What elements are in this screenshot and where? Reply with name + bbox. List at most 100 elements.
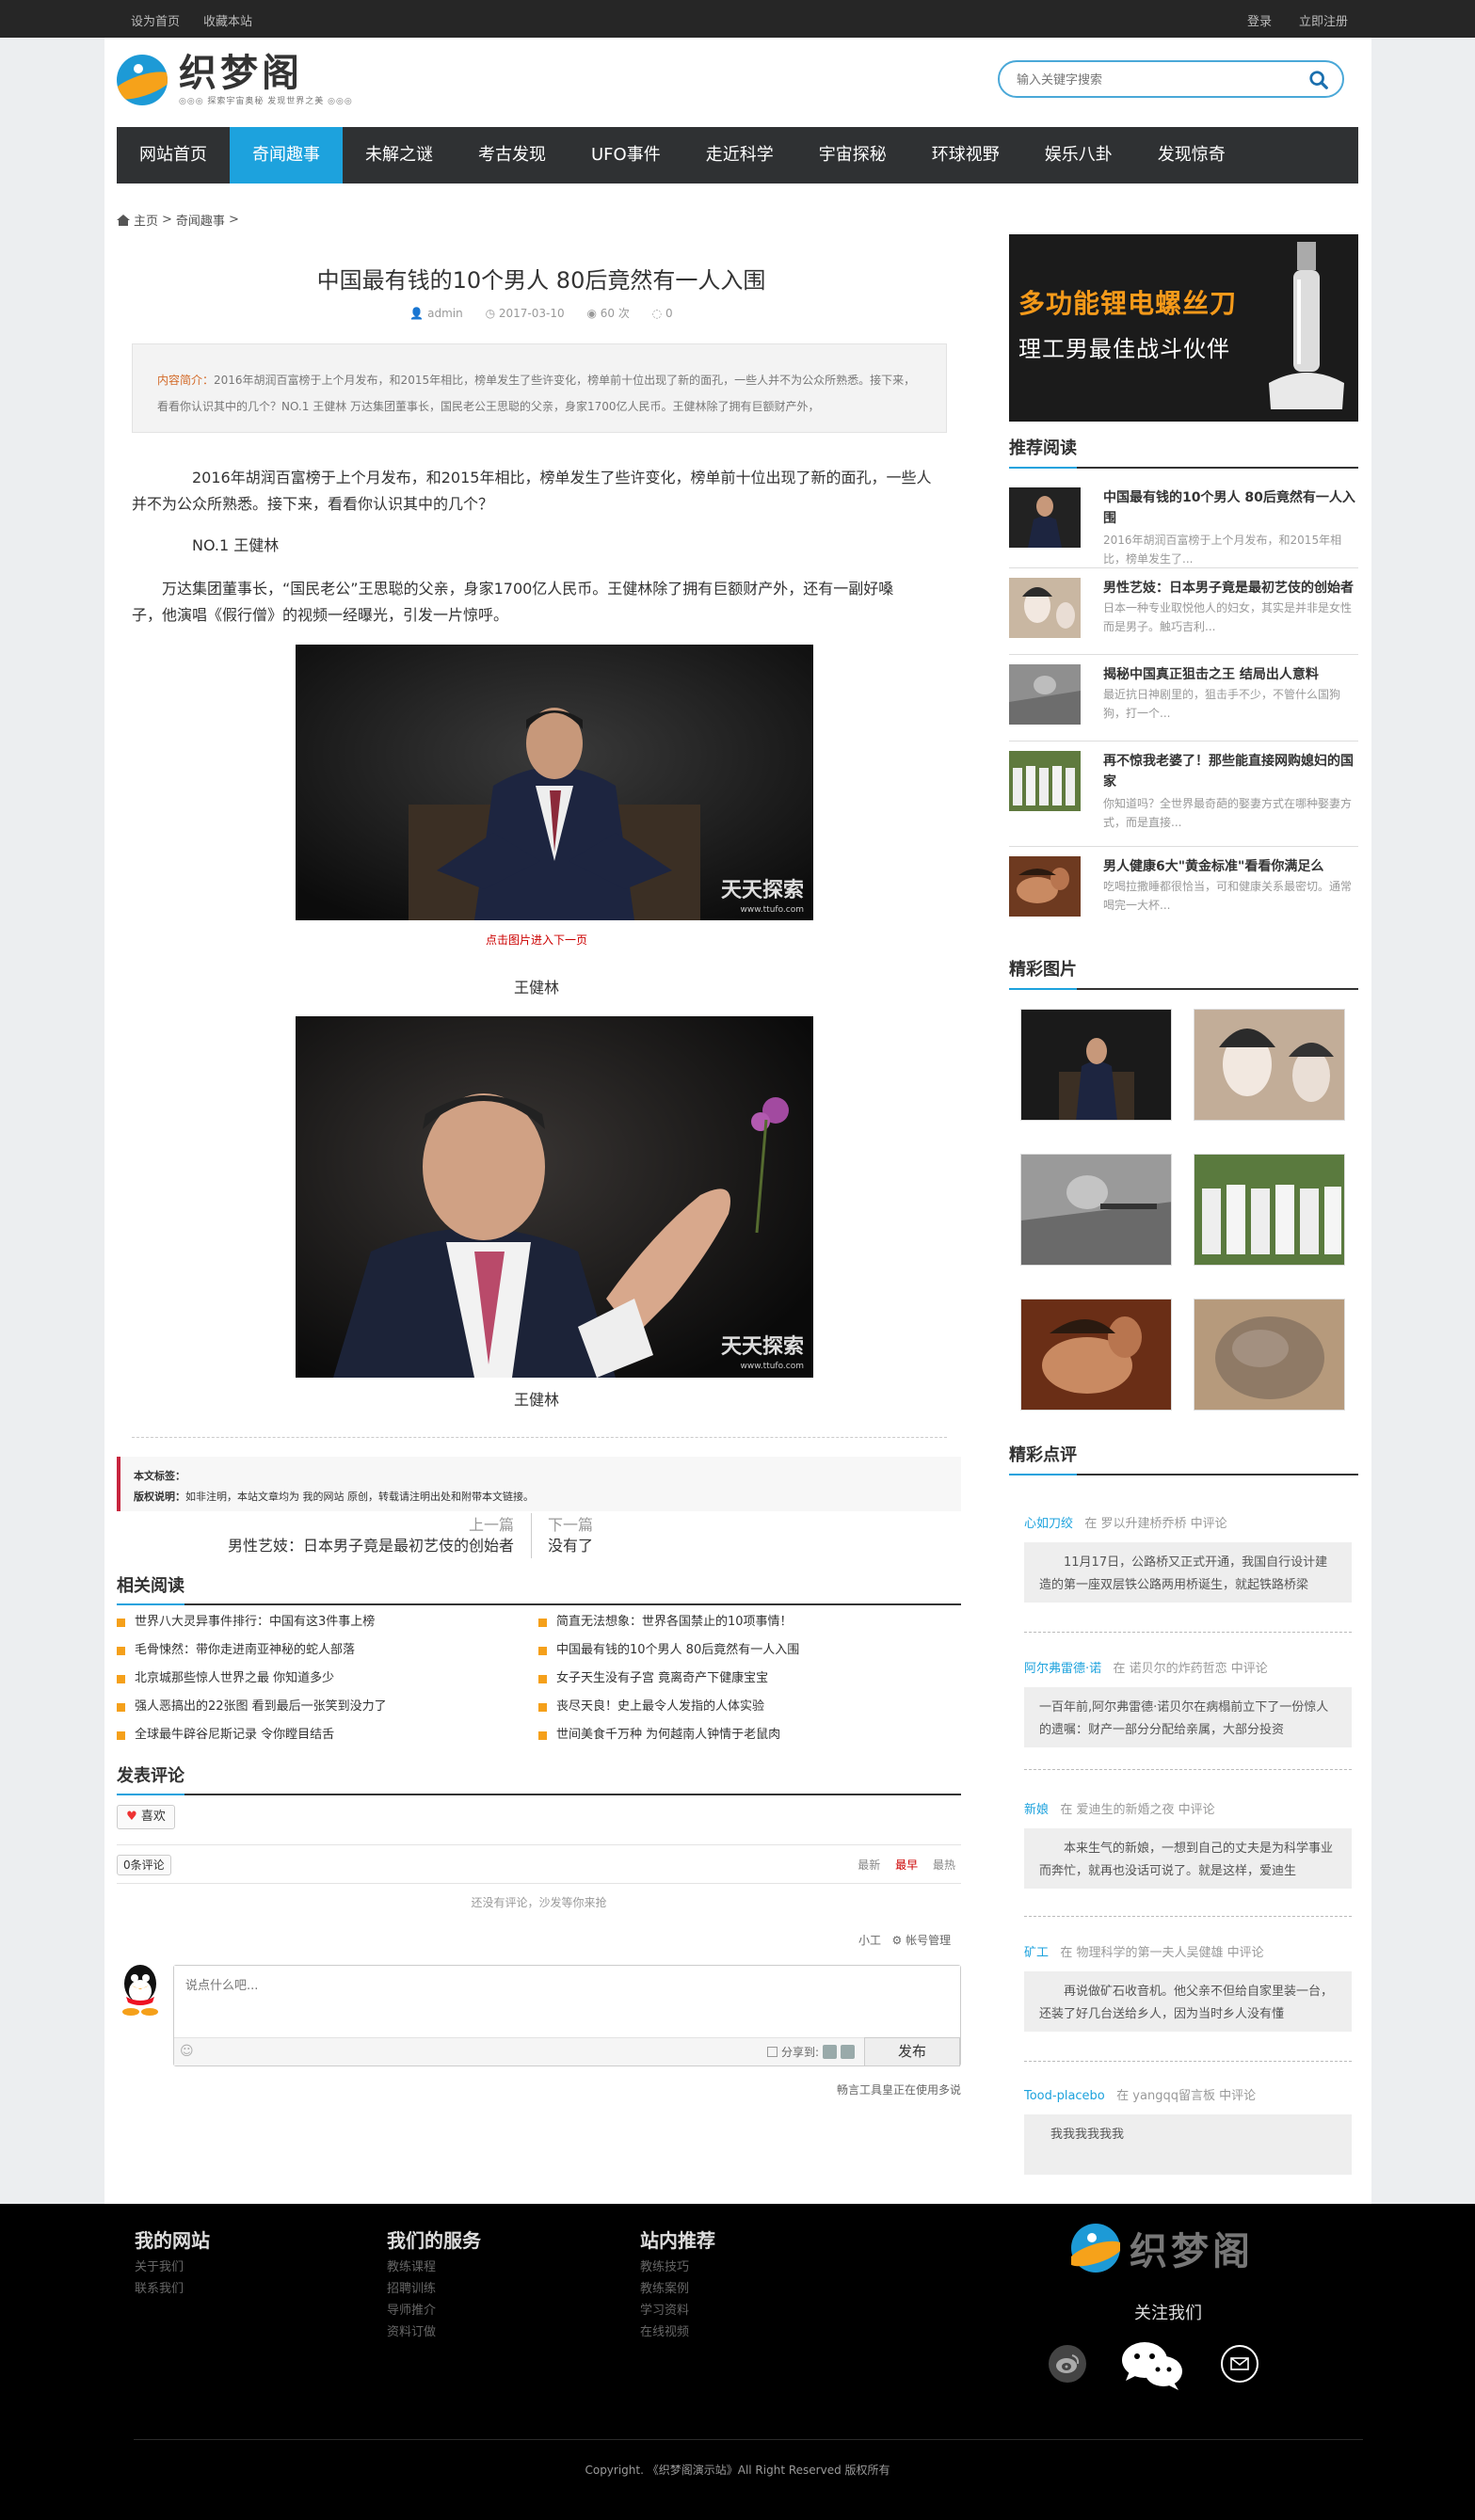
comment-textarea[interactable] [174, 1966, 960, 2039]
gallery-image[interactable] [1020, 1009, 1172, 1121]
nav-item-discovery[interactable]: 发现惊奇 [1135, 127, 1248, 183]
next-article-link[interactable]: 没有了 [548, 1536, 593, 1556]
nav-item-archaeology[interactable]: 考古发现 [456, 127, 569, 183]
related-link[interactable]: 北京城那些惊人世界之最 你知道多少 [117, 1669, 334, 1688]
prev-article-link[interactable]: 男性艺妓：日本男子竟是最初艺伎的创始者 [226, 1536, 514, 1556]
related-link[interactable]: 强人恶搞出的22张图 看到最后一张笑到没力了 [117, 1698, 387, 1716]
related-link[interactable]: 毛骨悚然：带你走进南亚神秘的蛇人部落 [117, 1641, 355, 1660]
related-link[interactable]: 女子天生没有子宫 竟离奇产下健康宝宝 [538, 1669, 768, 1688]
nav-item-entertainment[interactable]: 娱乐八卦 [1022, 127, 1135, 183]
gallery-image[interactable] [1020, 1299, 1172, 1411]
footer-heading: 我的网站 [135, 2229, 210, 2252]
footer-link[interactable]: 联系我们 [135, 2278, 210, 2300]
recommend-title[interactable]: 中国最有钱的10个男人 80后竟然有一人入围 [1103, 487, 1355, 529]
related-link[interactable]: 中国最有钱的10个男人 80后竟然有一人入围 [538, 1641, 799, 1660]
weibo-share-icon[interactable] [823, 2045, 837, 2059]
nav-item-universe[interactable]: 宇宙探秘 [796, 127, 909, 183]
sort-oldest[interactable]: 最早 [895, 1858, 918, 1872]
comment-location[interactable]: 在 爱迪生的新婚之夜 中评论 [1060, 1803, 1214, 1817]
user-name[interactable]: 小工 [858, 1934, 881, 1947]
footer-divider [134, 2439, 1363, 2440]
account-link[interactable]: 帐号管理 [906, 1934, 951, 1947]
commenter-name[interactable]: 矿工 [1024, 1946, 1049, 1960]
share-checkbox[interactable] [766, 2047, 778, 2057]
like-button[interactable]: ♥ 喜欢 [117, 1805, 175, 1829]
footer-link[interactable]: 资料订做 [387, 2321, 481, 2343]
commenter-name[interactable]: 心如刀绞 [1024, 1517, 1073, 1531]
gallery-image[interactable] [1194, 1154, 1345, 1266]
breadcrumb-current[interactable]: 奇闻趣事 [176, 211, 225, 229]
publish-button[interactable]: 发布 [864, 2037, 960, 2066]
sort-hottest[interactable]: 最热 [933, 1858, 955, 1872]
sidebar-ad[interactable]: 多功能锂电螺丝刀 理工男最佳战斗伙伴 [1009, 234, 1358, 422]
nav-item-home[interactable]: 网站首页 [117, 127, 230, 183]
emoji-icon[interactable]: ☺ [180, 2044, 194, 2059]
footer-link[interactable]: 在线视频 [640, 2321, 715, 2343]
nav-item-world[interactable]: 环球视野 [909, 127, 1022, 183]
login-link[interactable]: 登录 [1247, 11, 1272, 29]
gear-icon: ⚙ [891, 1934, 903, 1947]
site-logo[interactable]: 织梦阁 ◎◎◎ 探索宇宙奥秘 发现世界之美 ◎◎◎ [117, 53, 353, 106]
nav-item-mysteries[interactable]: 未解之谜 [343, 127, 456, 183]
search-icon[interactable] [1308, 70, 1329, 90]
footer-link[interactable]: 导师推介 [387, 2300, 481, 2321]
nav-item-science[interactable]: 走近科学 [683, 127, 796, 183]
commenter-name[interactable]: 新娘 [1024, 1803, 1049, 1817]
breadcrumb-home[interactable]: 主页 [134, 211, 158, 229]
footer-link[interactable]: 教练课程 [387, 2257, 481, 2278]
nav-item-ufo[interactable]: UFO事件 [569, 127, 683, 183]
article-paragraph: NO.1 王健林 [192, 536, 280, 554]
next-page-link[interactable]: 点击图片进入下一页 [132, 932, 941, 948]
recommend-item[interactable]: 再不惊我老婆了！那些能直接网购媳妇的国家 你知道吗？全世界最奇葩的娶妻方式在哪种… [1009, 742, 1358, 847]
related-link[interactable]: 世间美食千万种 为何越南人钟情于老鼠肉 [538, 1726, 780, 1745]
gallery-image[interactable] [1020, 1154, 1172, 1266]
gallery-image[interactable] [1194, 1299, 1345, 1411]
article-views: 60 次 [600, 307, 630, 320]
footer-heading: 我们的服务 [387, 2229, 481, 2252]
bookmark-link[interactable]: 收藏本站 [203, 11, 252, 29]
wechat-icon[interactable] [1120, 2339, 1184, 2392]
recommend-desc: 日本一种专业取悦他人的妇女，其实是并非是女性而是男子。触巧吉利... [1103, 601, 1353, 633]
related-link[interactable]: 简直无法想象：世界各国禁止的10项事情！ [538, 1613, 793, 1632]
comments-title: 发表评论 [117, 1766, 184, 1786]
related-link[interactable]: 丧尽天良！史上最令人发指的人体实验 [538, 1698, 764, 1716]
breadcrumb-sep: > [228, 213, 239, 227]
recommend-item[interactable]: 揭秘中国真正狙击之王 结局出人意料 最近抗日神剧里的，狙击手不少，不管什么国狗狗… [1009, 655, 1358, 742]
footer-link[interactable]: 教练技巧 [640, 2257, 715, 2278]
powered-by[interactable]: 畅言工具皇正在使用多说 [837, 2081, 961, 2097]
register-link[interactable]: 立即注册 [1299, 11, 1348, 29]
recommend-item[interactable]: 男性艺妓：日本男子竟是最初艺伎的创始者 日本一种专业取悦他人的妇女，其实是并非是… [1009, 568, 1358, 655]
recommend-title[interactable]: 男性艺妓：日本男子竟是最初艺伎的创始者 [1103, 578, 1355, 598]
next-label: 下一篇 [548, 1516, 594, 1534]
gallery-image[interactable] [1194, 1009, 1345, 1121]
prev-label: 上一篇 [468, 1516, 514, 1534]
qzone-share-icon[interactable] [841, 2045, 855, 2059]
sort-newest[interactable]: 最新 [858, 1858, 880, 1872]
related-link[interactable]: 全球最牛辟谷尼斯记录 令你瞠目结舌 [117, 1726, 334, 1745]
footer-logo: 织梦阁 [1071, 2221, 1254, 2275]
weibo-icon[interactable] [1049, 2345, 1086, 2383]
nav-item-oddities[interactable]: 奇闻趣事 [230, 127, 343, 183]
comment-location[interactable]: 在 诺贝尔的炸药哲恋 中评论 [1114, 1662, 1268, 1676]
comment-text: 11月17日，公路桥又正式开通，我国自行设计建造的第一座双层铁公路两用桥诞生，就… [1024, 1542, 1352, 1603]
related-link[interactable]: 世界八大灵异事件排行：中国有这3件事上榜 [117, 1613, 375, 1632]
article-image-1[interactable]: 天天探索 www.ttufo.com [296, 645, 813, 920]
recommend-title[interactable]: 男人健康6大"黄金标准"看看你满足么 [1103, 856, 1355, 877]
recommend-item[interactable]: 男人健康6大"黄金标准"看看你满足么 吃喝拉撒睡都很恰当，可和健康关系最密切。通… [1009, 847, 1358, 937]
comment-location[interactable]: 在 yangqq留言板 中评论 [1116, 2089, 1256, 2103]
commenter-name[interactable]: Tood-placebo [1024, 2089, 1105, 2103]
commenter-name[interactable]: 阿尔弗雷德·诺 [1024, 1662, 1101, 1676]
search-input[interactable] [1017, 70, 1299, 90]
recommend-item[interactable]: 中国最有钱的10个男人 80后竟然有一人入围 2016年胡润百富榜于上个月发布，… [1009, 478, 1358, 568]
comment-location[interactable]: 在 罗以升建桥乔桥 中评论 [1084, 1517, 1226, 1531]
set-home-link[interactable]: 设为首页 [131, 11, 180, 29]
footer-link[interactable]: 招聘训练 [387, 2278, 481, 2300]
footer-link[interactable]: 学习资料 [640, 2300, 715, 2321]
comment-location[interactable]: 在 物理科学的第一夫人吴健雄 中评论 [1060, 1946, 1263, 1960]
footer-link[interactable]: 教练案例 [640, 2278, 715, 2300]
recommend-title[interactable]: 揭秘中国真正狙击之王 结局出人意料 [1103, 664, 1355, 685]
footer-link[interactable]: 关于我们 [135, 2257, 210, 2278]
mail-icon[interactable] [1221, 2345, 1259, 2383]
recommend-title[interactable]: 再不惊我老婆了！那些能直接网购媳妇的国家 [1103, 751, 1355, 792]
article-image-2[interactable]: 天天探索 www.ttufo.com [296, 1016, 813, 1378]
